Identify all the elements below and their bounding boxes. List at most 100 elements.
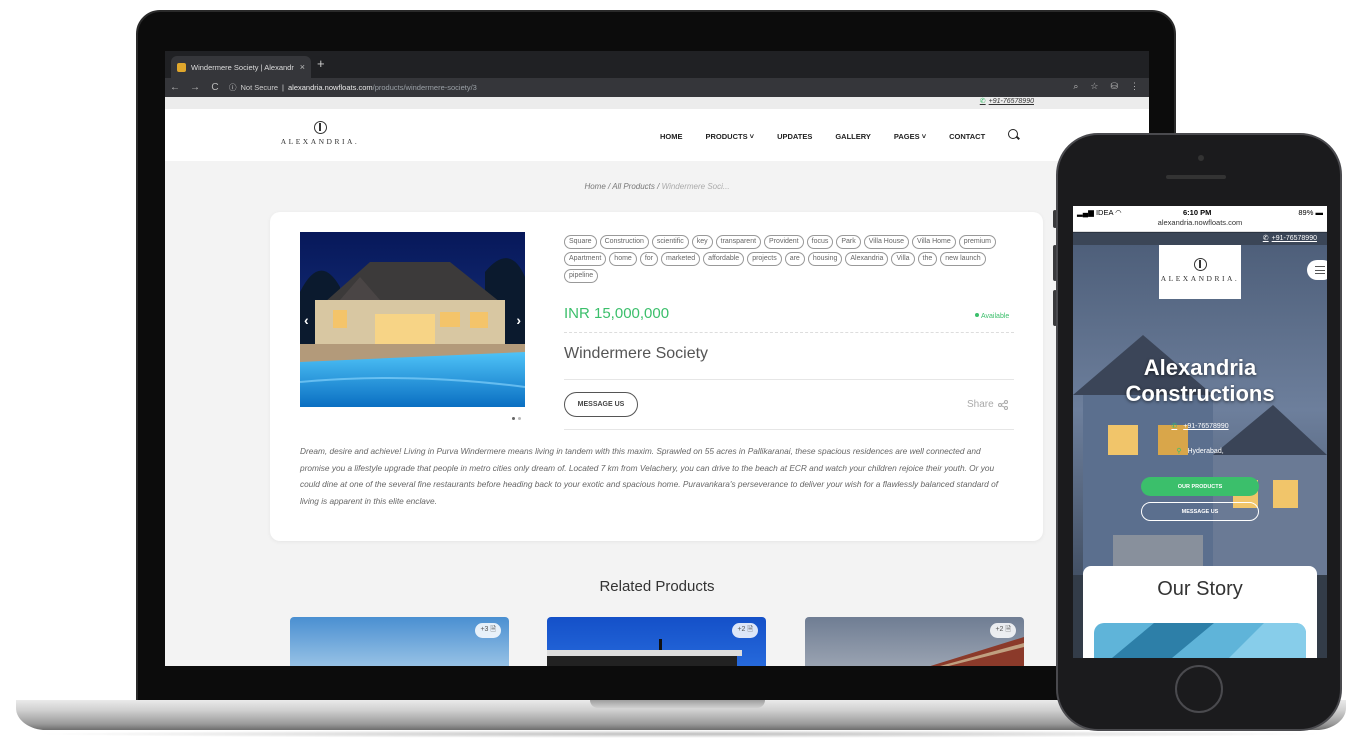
- product-tag[interactable]: premium: [958, 235, 996, 249]
- product-tag[interactable]: Park: [836, 235, 861, 249]
- divider: [564, 429, 1014, 430]
- product-tag[interactable]: Alexandria: [845, 252, 889, 266]
- url-field[interactable]: ⓘ Not Secure | alexandria.nowfloats.com/…: [229, 82, 477, 93]
- divider: [564, 379, 1014, 380]
- carrier: IDEA: [1095, 208, 1114, 217]
- phone-hero-location: ⚲ Hyderabad,: [1176, 448, 1224, 455]
- browser-actions: ⌕ ☆ ⛁ ⋮: [1073, 81, 1139, 92]
- tab-title: Windermere Society | Alexandr: [191, 62, 294, 72]
- extension-icon[interactable]: ⛁: [1110, 81, 1118, 92]
- battery-percent: 89%: [1298, 208, 1314, 217]
- top-phone-link[interactable]: ✆ +91-76578990: [980, 97, 1034, 105]
- product-tag[interactable]: Villa House: [863, 235, 910, 249]
- product-tag[interactable]: pipeline: [564, 269, 599, 283]
- browser-address-bar: ← → C ⓘ Not Secure | alexandria.nowfloat…: [165, 78, 1149, 97]
- zoom-icon[interactable]: ⌕: [1073, 81, 1078, 92]
- product-tag[interactable]: Square: [564, 235, 597, 249]
- phone-url-bar[interactable]: alexandria.nowfloats.com: [1073, 218, 1327, 232]
- menu-item-gallery[interactable]: GALLERY: [835, 132, 871, 141]
- house-pool-photo: [300, 232, 525, 407]
- product-tag[interactable]: Construction: [599, 235, 649, 249]
- logo-text: ALEXANDRIA.: [280, 137, 360, 146]
- product-description: Dream, desire and achieve! Living in Pur…: [300, 446, 999, 506]
- phone-hero-title: Alexandria Constructions: [1073, 355, 1327, 407]
- product-tag[interactable]: marketed: [660, 252, 701, 266]
- close-tab-icon[interactable]: ×: [300, 62, 305, 72]
- product-image-carousel[interactable]: ‹ ›: [300, 232, 525, 407]
- product-tag[interactable]: key: [691, 235, 713, 249]
- security-label: Not Secure: [240, 83, 279, 92]
- menu-item-pages[interactable]: PAGES ˅: [894, 132, 926, 141]
- availability-badge: Available: [975, 313, 1009, 320]
- breadcrumb-current: Windermere Soci...: [661, 182, 730, 191]
- info-icon: ⓘ: [229, 83, 237, 92]
- product-tag[interactable]: transparent: [715, 235, 762, 249]
- our-story-card: Our Story: [1083, 566, 1317, 658]
- browser-menu-icon[interactable]: ⋮: [1130, 81, 1139, 92]
- product-tag[interactable]: Apartment: [564, 252, 607, 266]
- menu-icon[interactable]: [1307, 260, 1327, 280]
- reload-icon[interactable]: C: [205, 82, 225, 93]
- product-tag[interactable]: Villa: [891, 252, 915, 266]
- phone-logo[interactable]: ALEXANDRIA.: [1159, 245, 1241, 299]
- menu-item-home[interactable]: HOME: [660, 132, 683, 141]
- related-product-card[interactable]: +3 🗎: [290, 617, 509, 666]
- product-tag[interactable]: focus: [806, 235, 834, 249]
- site-logo[interactable]: ALEXANDRIA.: [280, 121, 360, 146]
- laptop-shadow: [30, 730, 1330, 738]
- breadcrumb-separator: /: [608, 182, 611, 191]
- share-button[interactable]: Share: [967, 399, 1008, 410]
- browser-tab-bar: Windermere Society | Alexandr × +: [165, 51, 1149, 78]
- our-products-button[interactable]: OUR PRODUCTS: [1141, 477, 1259, 496]
- signal-icon: ▂▄▆: [1077, 208, 1094, 217]
- menu-item-updates[interactable]: UPDATES: [777, 132, 812, 141]
- menu-item-contact[interactable]: CONTACT: [949, 132, 985, 141]
- new-tab-button[interactable]: +: [317, 57, 325, 71]
- image-count-badge: +3 🗎: [475, 623, 501, 638]
- product-tag[interactable]: housing: [807, 252, 843, 266]
- product-tag[interactable]: Villa Home: [912, 235, 956, 249]
- logo-emblem-icon: [1193, 258, 1207, 271]
- carousel-dot[interactable]: [512, 417, 515, 420]
- related-product-card[interactable]: +2 🗎: [547, 617, 766, 666]
- product-name: Windermere Society: [564, 345, 709, 362]
- product-tag[interactable]: scientific: [651, 235, 689, 249]
- image-count-badge: +2 🗎: [990, 623, 1016, 638]
- breadcrumb-all-products[interactable]: All Products: [612, 182, 655, 191]
- phone-top-phone-link[interactable]: ✆ +91-76578990: [1263, 234, 1317, 242]
- divider: [564, 332, 1014, 333]
- browser-tab[interactable]: Windermere Society | Alexandr ×: [171, 56, 311, 78]
- related-product-card[interactable]: +2 🗎: [805, 617, 1024, 666]
- product-tag[interactable]: home: [609, 252, 637, 266]
- chevron-left-icon[interactable]: ‹: [304, 312, 309, 328]
- phone-hero-phone-link[interactable]: ✆ +91-76578990: [1073, 422, 1327, 430]
- carousel-dots: [512, 417, 521, 420]
- phone-home-button[interactable]: [1175, 665, 1223, 713]
- forward-icon[interactable]: →: [185, 82, 205, 93]
- back-icon[interactable]: ←: [165, 82, 185, 93]
- product-tag[interactable]: are: [784, 252, 805, 266]
- menu-item-products[interactable]: PRODUCTS ˅: [706, 132, 755, 141]
- hero-title-line: Constructions: [1125, 381, 1275, 406]
- phone-screen: ▂▄▆ IDEA ◠ 6:10 PM 89% ▬ alexandria.nowf…: [1073, 206, 1327, 658]
- url-separator: |: [282, 83, 284, 92]
- product-tag[interactable]: new launch: [940, 252, 986, 266]
- our-story-title: Our Story: [1157, 578, 1243, 600]
- laptop-screen: Windermere Society | Alexandr × + ← → C …: [165, 51, 1149, 666]
- wifi-icon: ◠: [1115, 208, 1122, 217]
- phone-speaker: [1166, 175, 1226, 179]
- product-tag[interactable]: for: [639, 252, 658, 266]
- url-path: /products/windermere-society/3: [372, 83, 477, 92]
- product-tag[interactable]: Provident: [764, 235, 804, 249]
- product-tag[interactable]: projects: [747, 252, 782, 266]
- carousel-dot[interactable]: [518, 417, 521, 420]
- product-tag[interactable]: affordable: [703, 252, 745, 266]
- message-us-button[interactable]: MESSAGE US: [564, 392, 638, 417]
- search-icon[interactable]: [1008, 129, 1018, 139]
- product-tag[interactable]: the: [917, 252, 938, 266]
- bookmark-star-icon[interactable]: ☆: [1090, 81, 1098, 92]
- chevron-right-icon[interactable]: ›: [516, 312, 521, 328]
- phone-hero: ALEXANDRIA. Alexandria Constructions ✆ +9…: [1073, 245, 1327, 658]
- breadcrumb-home[interactable]: Home: [584, 182, 605, 191]
- phone-message-us-button[interactable]: MESSAGE US: [1141, 502, 1259, 521]
